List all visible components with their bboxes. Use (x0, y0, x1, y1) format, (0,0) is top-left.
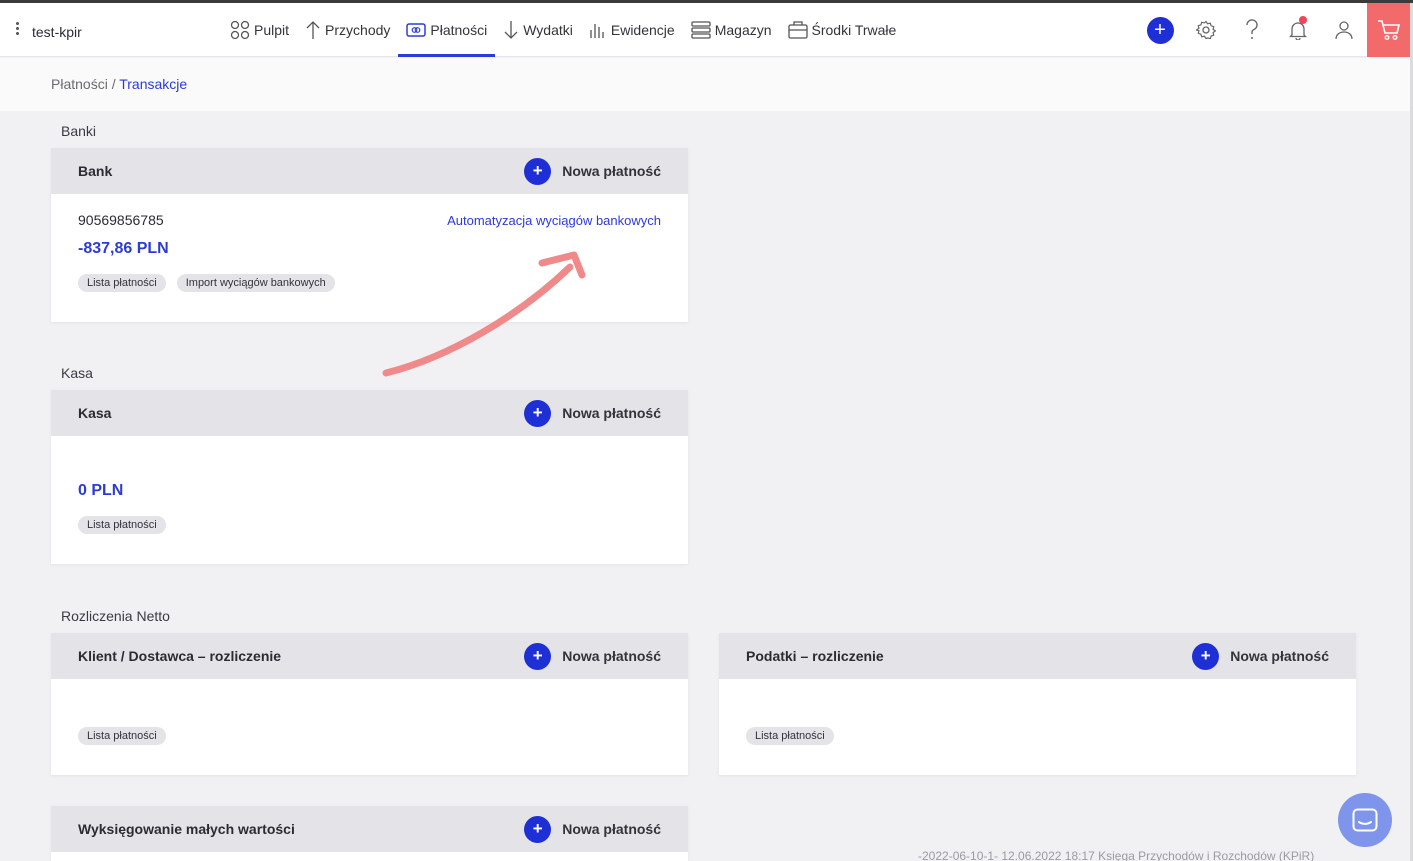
nav-item-wydatki[interactable]: Wydatki (495, 3, 581, 57)
help-button[interactable] (1229, 3, 1275, 57)
nav-label: Pulpit (254, 22, 290, 38)
account-number: 90569856785 (78, 212, 164, 228)
cash-actions: Lista płatności (78, 516, 166, 534)
bank-actions: Lista płatności Import wyciągów bankowyc… (78, 274, 335, 292)
nav-item-magazyn[interactable]: Magazyn (683, 3, 780, 57)
plus-icon: + (1146, 16, 1174, 44)
breadcrumb-parent[interactable]: Płatności (51, 76, 108, 92)
new-payment-label: Nowa płatność (562, 405, 661, 421)
top-actions: + (1137, 3, 1410, 57)
nav-item-srodki-trwale[interactable]: Środki Trwałe (780, 3, 905, 57)
section-title-rozliczenia-netto: Rozliczenia Netto (61, 608, 170, 624)
top-navigation-bar: test-kpir Pulpit Przychody Płatności Wyd… (0, 3, 1410, 57)
section-title-banki: Banki (61, 123, 97, 139)
card-title: Bank (78, 163, 113, 179)
breadcrumb-separator: / (107, 76, 120, 92)
bank-balance: -837,86 PLN (78, 240, 169, 257)
arrow-up-icon (306, 21, 320, 39)
nav-item-ewidencje[interactable]: Ewidencje (581, 3, 683, 57)
card-title: Klient / Dostawca – rozliczenie (78, 648, 282, 664)
chat-icon (1352, 808, 1378, 832)
breadcrumb-current[interactable]: Transakcje (119, 76, 187, 92)
plus-icon: + (524, 157, 552, 185)
section-title-kasa: Kasa (61, 365, 93, 381)
settings-button[interactable] (1183, 3, 1229, 57)
nav-label: Ewidencje (610, 22, 675, 38)
assets-icon (787, 21, 808, 39)
user-profile-button[interactable] (1321, 3, 1367, 57)
nav-item-przychody[interactable]: Przychody (297, 3, 398, 57)
plus-icon: + (524, 399, 552, 427)
new-payment-button[interactable]: + Nowa płatność (524, 642, 661, 670)
new-payment-label: Nowa płatność (562, 163, 661, 179)
cash-card: Kasa + Nowa płatność 0 PLN Lista płatnoś… (51, 390, 688, 564)
new-payment-button[interactable]: + Nowa płatność (1192, 642, 1329, 670)
cash-card-header: Kasa + Nowa płatność (51, 390, 688, 436)
payments-list-chip[interactable]: Lista płatności (78, 727, 166, 745)
gear-icon (1196, 20, 1216, 40)
card-title: Kasa (78, 405, 112, 421)
payments-list-chip[interactable]: Lista płatności (78, 274, 166, 292)
nav-label: Płatności (430, 22, 488, 38)
small-values-card-header: Wyksięgowanie małych wartości + Nowa pła… (51, 806, 688, 852)
annotation-arrow (382, 251, 586, 377)
notifications-button[interactable] (1275, 3, 1321, 57)
payments-list-chip[interactable]: Lista płatności (78, 516, 166, 534)
main-nav: Pulpit Przychody Płatności Wydatki Ewide… (222, 3, 904, 57)
cart-button[interactable] (1367, 3, 1410, 57)
cart-icon (1377, 20, 1400, 41)
nav-label: Przychody (325, 22, 391, 38)
bank-statement-automation-link[interactable]: Automatyzacja wyciągów bankowych (447, 213, 661, 228)
new-payment-button[interactable]: + Nowa płatność (524, 399, 661, 427)
client-supplier-card-header: Klient / Dostawca – rozliczenie + Nowa p… (51, 633, 688, 679)
question-mark-icon (1246, 19, 1258, 39)
plus-icon: + (1192, 642, 1220, 670)
new-payment-label: Nowa płatność (562, 648, 661, 664)
small-values-writeoff-card: Wyksięgowanie małych wartości + Nowa pła… (51, 806, 688, 861)
client-supplier-actions: Lista płatności (78, 727, 166, 745)
warehouse-icon (691, 21, 711, 39)
app-menu-icon[interactable] (14, 20, 24, 40)
taxes-actions: Lista płatności (746, 727, 834, 745)
payment-card-icon (406, 23, 427, 37)
footer-info: -2022-06-10-1- 12.06.2022 18:17 Księga P… (918, 849, 1315, 861)
card-title: Podatki – rozliczenie (746, 648, 884, 664)
new-payment-label: Nowa płatność (1230, 648, 1329, 664)
cash-balance: 0 PLN (78, 482, 124, 499)
import-statements-chip[interactable]: Import wyciągów bankowych (176, 274, 335, 292)
notification-badge (1299, 16, 1307, 24)
nav-item-platnosci[interactable]: Płatności (398, 3, 496, 57)
quick-add-button[interactable]: + (1137, 3, 1183, 57)
nav-label: Środki Trwałe (811, 22, 897, 38)
user-icon (1335, 21, 1353, 40)
card-title: Wyksięgowanie małych wartości (78, 821, 295, 837)
taxes-card-header: Podatki – rozliczenie + Nowa płatność (719, 633, 1356, 679)
taxes-card: Podatki – rozliczenie + Nowa płatność Li… (719, 633, 1356, 775)
bank-card-header: Bank + Nowa płatność (51, 148, 688, 194)
dashboard-icon (230, 20, 250, 40)
breadcrumb: Płatności / Transakcje (51, 76, 187, 92)
new-payment-label: Nowa płatność (562, 821, 661, 837)
new-payment-button[interactable]: + Nowa płatność (524, 157, 661, 185)
plus-icon: + (524, 815, 552, 843)
payments-list-chip[interactable]: Lista płatności (746, 727, 834, 745)
company-name[interactable]: test-kpir (32, 24, 82, 40)
nav-label: Wydatki (523, 22, 573, 38)
chat-button[interactable] (1338, 793, 1392, 847)
bar-chart-icon (590, 24, 604, 38)
nav-label: Magazyn (714, 22, 772, 38)
arrow-down-icon (504, 21, 518, 39)
nav-item-pulpit[interactable]: Pulpit (222, 3, 297, 57)
plus-icon: + (524, 642, 552, 670)
client-supplier-card: Klient / Dostawca – rozliczenie + Nowa p… (51, 633, 688, 775)
new-payment-button[interactable]: + Nowa płatność (524, 815, 661, 843)
breadcrumb-bar: Płatności / Transakcje (0, 58, 1410, 111)
